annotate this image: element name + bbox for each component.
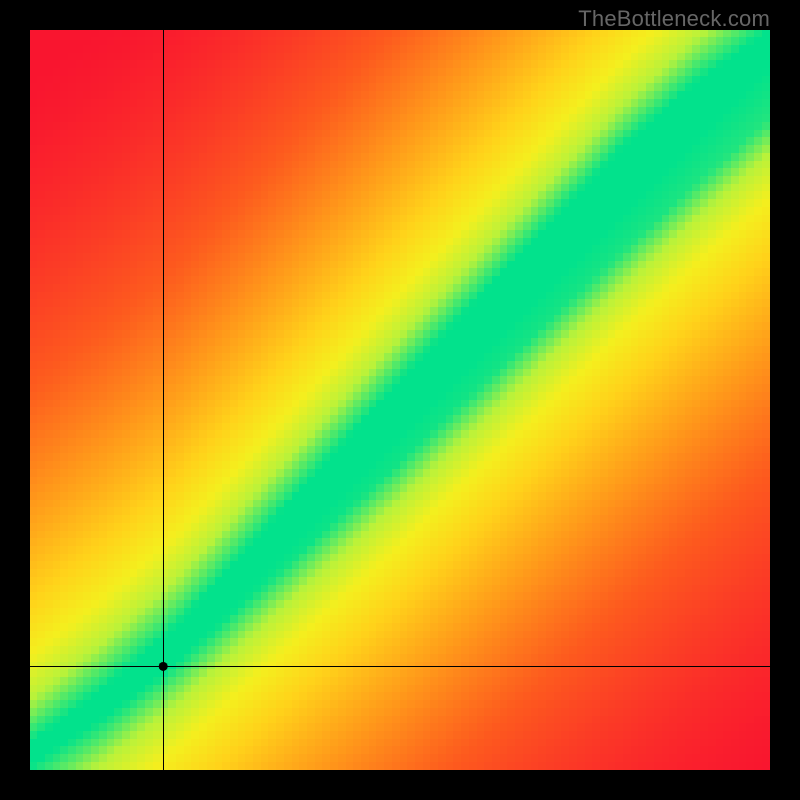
heatmap-canvas [30, 30, 770, 770]
watermark-label: TheBottleneck.com [578, 6, 770, 32]
chart-container: TheBottleneck.com [0, 0, 800, 800]
heatmap-plot [30, 30, 770, 770]
